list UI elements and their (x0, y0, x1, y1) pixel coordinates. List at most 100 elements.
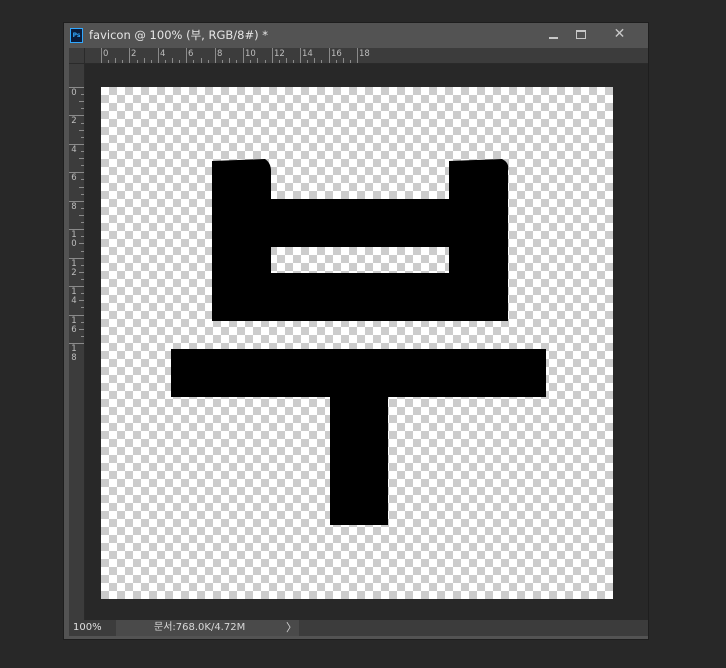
horizontal-ruler-label: 2 (131, 49, 137, 59)
glyph-horizontal-stroke (171, 349, 546, 397)
horizontal-ruler-label: 12 (274, 49, 285, 59)
ruler-tick (79, 329, 84, 330)
horizontal-ruler-label: 6 (188, 49, 194, 59)
horizontal-ruler[interactable]: 0 2 4 6 8 10 12 14 16 18 (85, 48, 648, 64)
ruler-tick (151, 60, 152, 63)
glyph-upper-bar (212, 199, 508, 247)
ruler-tick (165, 60, 166, 63)
ruler-tick (81, 94, 84, 95)
horizontal-ruler-label: 14 (302, 49, 313, 59)
ruler-tick (336, 60, 337, 63)
maximize-icon (576, 30, 586, 39)
ruler-tick (137, 60, 138, 63)
ruler-tick (357, 48, 358, 63)
ruler-tick (193, 60, 194, 63)
document-canvas[interactable] (101, 87, 613, 599)
title-bar[interactable]: Ps favicon @ 100% (부, RGB/8#) * ✕ (64, 23, 648, 48)
vertical-ruler-label: 14 (71, 287, 77, 306)
ruler-tick (229, 58, 230, 63)
pasteboard[interactable] (85, 64, 648, 620)
ruler-tick (314, 58, 315, 63)
ruler-tick (350, 60, 351, 63)
ruler-tick (257, 58, 258, 63)
ruler-tick (186, 48, 187, 63)
ruler-tick (101, 48, 102, 63)
ruler-tick (79, 158, 84, 159)
ruler-tick (201, 58, 202, 63)
ruler-tick (81, 123, 84, 124)
ruler-tick (81, 336, 84, 337)
ruler-tick (321, 60, 322, 63)
ruler-tick (243, 48, 244, 63)
ruler-tick (81, 322, 84, 323)
ruler-tick (81, 194, 84, 195)
ruler-tick (81, 293, 84, 294)
horizontal-ruler-label: 8 (217, 49, 223, 59)
vertical-ruler-label: 10 (71, 230, 77, 249)
ruler-tick (81, 307, 84, 308)
ruler-tick (79, 215, 84, 216)
close-button[interactable]: ✕ (597, 25, 642, 44)
ruler-tick (179, 60, 180, 63)
ruler-tick (122, 60, 123, 63)
ruler-tick (172, 58, 173, 63)
document-info-box[interactable]: 문서:768.0K/4.72M 〉 (116, 620, 299, 636)
ruler-tick (81, 208, 84, 209)
ruler-tick (81, 179, 84, 180)
maximize-button[interactable] (568, 25, 595, 44)
ruler-tick (81, 222, 84, 223)
vertical-ruler-label: 6 (71, 173, 77, 183)
close-icon: ✕ (613, 26, 626, 42)
ruler-tick (343, 58, 344, 63)
ruler-tick (79, 243, 84, 244)
horizontal-ruler-label: 16 (331, 49, 342, 59)
ruler-tick (286, 58, 287, 63)
ruler-tick (293, 60, 294, 63)
horizontal-ruler-label: 0 (103, 49, 109, 59)
ruler-tick (115, 58, 116, 63)
ruler-tick (81, 137, 84, 138)
ruler-tick (250, 60, 251, 63)
glyph-bu-artwork (171, 159, 546, 525)
zoom-level-field[interactable]: 100% (69, 620, 116, 636)
ruler-tick (79, 272, 84, 273)
ruler-origin-corner[interactable] (69, 48, 85, 64)
vertical-ruler[interactable]: 0 2 4 6 8 10 12 14 16 18 (69, 64, 85, 620)
ruler-tick (81, 236, 84, 237)
glyph-lower-bar (212, 273, 508, 321)
ruler-tick (108, 60, 109, 63)
document-size-info: 문서:768.0K/4.72M (154, 622, 246, 633)
ruler-tick (81, 108, 84, 109)
horizontal-ruler-label: 18 (359, 49, 370, 59)
horizontal-ruler-label: 4 (160, 49, 166, 59)
ruler-tick (129, 48, 130, 63)
vertical-ruler-label: 12 (71, 259, 77, 278)
ruler-tick (300, 48, 301, 63)
ruler-tick (81, 151, 84, 152)
glyph-vertical-stroke (330, 397, 388, 525)
minimize-icon (549, 37, 558, 39)
ruler-tick (79, 101, 84, 102)
ruler-tick (144, 58, 145, 63)
ruler-tick (208, 60, 209, 63)
vertical-ruler-label: 16 (71, 316, 77, 335)
minimize-button[interactable] (540, 25, 567, 44)
photoshop-app-icon: Ps (70, 28, 83, 43)
ruler-tick (81, 165, 84, 166)
ruler-tick (79, 187, 84, 188)
ruler-tick (307, 60, 308, 63)
ruler-tick (279, 60, 280, 63)
ruler-tick (236, 60, 237, 63)
vertical-ruler-label: 0 (71, 88, 77, 98)
status-menu-arrow-icon[interactable]: 〉 (286, 620, 297, 636)
horizontal-ruler-label: 10 (245, 49, 256, 59)
ruler-tick (81, 279, 84, 280)
document-window: Ps favicon @ 100% (부, RGB/8#) * ✕ 0 2 4 6 8 1… (63, 22, 649, 640)
ruler-tick (265, 60, 266, 63)
ruler-tick (158, 48, 159, 63)
ruler-tick (79, 300, 84, 301)
vertical-ruler-label: 4 (71, 145, 77, 155)
ruler-tick (81, 265, 84, 266)
ruler-tick (222, 60, 223, 63)
ruler-tick (81, 251, 84, 252)
